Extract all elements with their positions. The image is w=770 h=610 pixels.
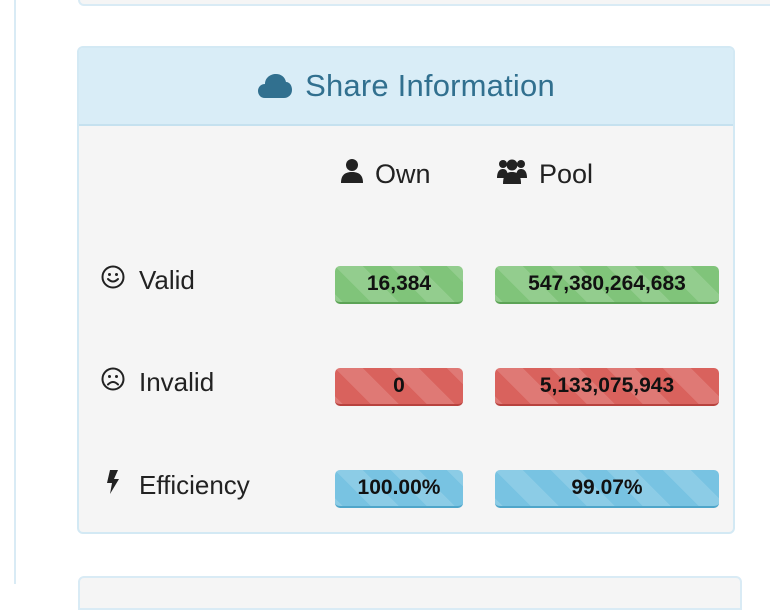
users-icon [497, 158, 527, 191]
user-icon [341, 158, 363, 191]
own-valid-badge: 16,384 [335, 266, 463, 304]
own-efficiency-badge: 100.00% [335, 470, 463, 508]
share-information-panel: Share Information Own Pool Valid 16,384 … [77, 46, 735, 534]
column-header-pool: Pool [497, 158, 593, 191]
panel-heading: Share Information [79, 48, 733, 126]
pool-valid-badge: 547,380,264,683 [495, 266, 719, 304]
pool-invalid-badge: 5,133,075,943 [495, 368, 719, 406]
pool-efficiency-badge: 99.07% [495, 470, 719, 508]
column-header-own-label: Own [375, 159, 431, 189]
next-panel-edge [78, 576, 742, 610]
own-invalid-badge: 0 [335, 368, 463, 406]
cloud-icon [257, 72, 293, 100]
page-left-border [14, 0, 16, 584]
row-label-efficiency: Efficiency [101, 469, 250, 502]
row-label-invalid-text: Invalid [139, 367, 215, 397]
panel-title: Share Information [305, 68, 555, 103]
row-label-valid-text: Valid [139, 265, 195, 295]
column-header-pool-label: Pool [539, 159, 594, 189]
column-header-own: Own [341, 158, 431, 191]
row-label-efficiency-text: Efficiency [139, 470, 250, 500]
frown-icon [101, 367, 125, 398]
bolt-icon [101, 469, 125, 502]
previous-panel-edge [78, 0, 770, 6]
row-label-valid: Valid [101, 265, 195, 296]
smile-icon [101, 265, 125, 296]
row-label-invalid: Invalid [101, 367, 214, 398]
